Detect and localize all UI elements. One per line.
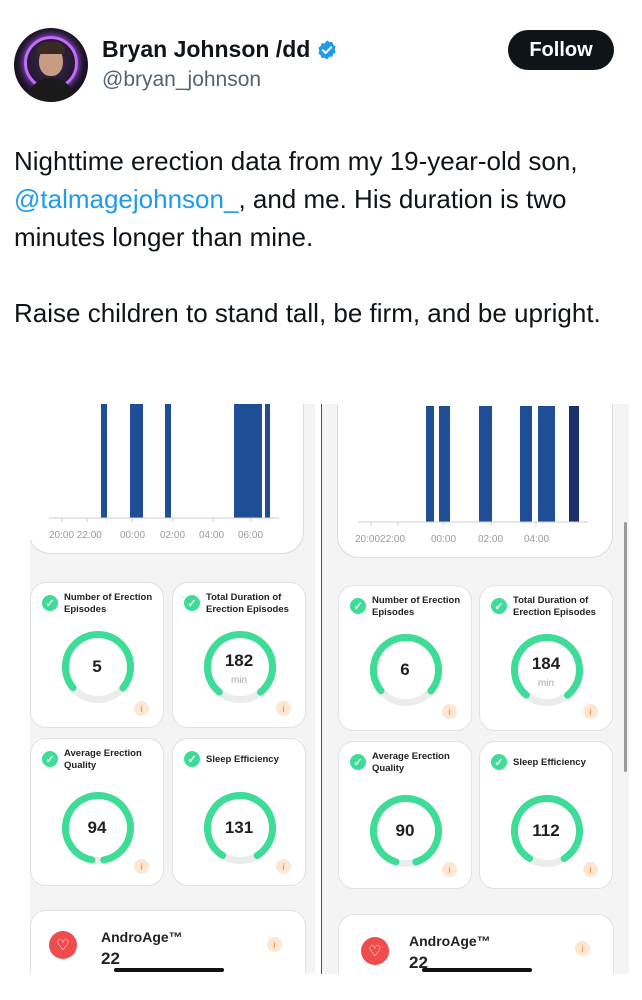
- heart-icon: ♡: [361, 937, 389, 965]
- follow-button[interactable]: Follow: [508, 30, 614, 70]
- tile-unit: min: [537, 678, 555, 689]
- tile-value: 112: [532, 821, 560, 840]
- tweet-text: Nighttime erection data from my 19-year-…: [14, 142, 624, 332]
- info-icon[interactable]: i: [583, 862, 598, 877]
- timeline-chart-svg: 20:0022:00 00:00 02:00 04:00: [355, 406, 588, 545]
- check-icon: ✓: [350, 598, 366, 614]
- author-handle[interactable]: @bryan_johnson: [102, 68, 261, 92]
- tile-title: Average Erection Quality: [64, 748, 142, 771]
- info-icon[interactable]: i: [267, 937, 282, 952]
- metric-tile-episodes[interactable]: ✓ Number of Erection Episodes 5 i: [30, 582, 164, 728]
- attached-image-right[interactable]: 20:0022:00 00:00 02:00 04:00 ✓ Number of…: [321, 404, 629, 974]
- androage-card[interactable]: ♡ AndroAge™ 22 i: [338, 914, 614, 974]
- tile-value: 182: [224, 651, 254, 670]
- metric-tile-quality[interactable]: ✓ Average Erection Quality 94 i: [30, 738, 164, 886]
- author-name-row: Bryan Johnson /dd: [102, 36, 338, 63]
- erection-timeline-chart: 20:00 22:00 00:00 02:00 04:00 06:00: [30, 404, 304, 554]
- chart-tick-label: 06:00: [238, 530, 263, 541]
- androage-card[interactable]: ♡ AndroAge™ 22 i: [30, 910, 306, 974]
- info-icon[interactable]: i: [583, 704, 598, 719]
- info-icon[interactable]: i: [134, 859, 149, 874]
- chart-tick-label: 00:00: [431, 534, 456, 545]
- chart-bar: [479, 406, 492, 522]
- chart-bar: [426, 406, 434, 522]
- chart-tick-label: 20:0022:00: [355, 534, 405, 545]
- tweet-paragraph-1: Nighttime erection data from my 19-year-…: [14, 142, 624, 256]
- tile-value: 5: [92, 657, 102, 676]
- chart-tick-label: 04:00: [524, 534, 549, 545]
- androage-title: AndroAge™: [101, 929, 183, 945]
- home-indicator: [114, 968, 224, 972]
- check-icon: ✓: [350, 754, 366, 770]
- check-icon: ✓: [42, 751, 58, 767]
- tile-title: Total Duration of Erection Episodes: [513, 595, 596, 618]
- tile-title: Average Erection Quality: [372, 751, 450, 774]
- tweet-paragraph-2: Raise children to stand tall, be firm, a…: [14, 298, 601, 328]
- display-name[interactable]: Bryan Johnson /dd: [102, 36, 310, 63]
- info-icon[interactable]: i: [276, 859, 291, 874]
- check-icon: ✓: [42, 595, 58, 611]
- chart-bar: [130, 404, 143, 518]
- check-icon: ✓: [491, 754, 507, 770]
- chart-bar: [538, 406, 555, 522]
- tile-unit: min: [230, 675, 248, 686]
- mention-link[interactable]: @talmagejohnson_: [14, 184, 238, 214]
- check-icon: ✓: [184, 595, 200, 611]
- tile-value: 131: [224, 818, 254, 837]
- androage-value: 22: [101, 949, 120, 968]
- metric-tile-total-duration[interactable]: ✓ Total Duration of Erection Episodes 18…: [479, 585, 613, 731]
- avatar[interactable]: [14, 28, 88, 102]
- chart-bar: [520, 406, 532, 522]
- timeline-chart-svg: 20:00 22:00 00:00 02:00 04:00 06:00: [49, 404, 279, 541]
- info-icon[interactable]: i: [134, 701, 149, 716]
- tile-value: 94: [87, 818, 107, 837]
- chart-bar: [165, 404, 171, 518]
- verified-badge-icon: [318, 39, 336, 60]
- metric-tile-quality[interactable]: ✓ Average Erection Quality 90 i: [338, 741, 472, 889]
- metric-tile-sleep-efficiency[interactable]: ✓ Sleep Efficiency 112 i: [479, 741, 613, 889]
- tile-title: Sleep Efficiency: [206, 754, 279, 765]
- attached-image-left[interactable]: 20:00 22:00 00:00 02:00 04:00 06:00 ✓ Nu…: [30, 404, 315, 974]
- info-icon[interactable]: i: [575, 941, 590, 956]
- tile-title: Number of Erection Episodes: [372, 595, 461, 618]
- check-icon: ✓: [184, 751, 200, 767]
- avatar-hair: [37, 42, 65, 54]
- tile-title: Sleep Efficiency: [513, 757, 586, 768]
- info-icon[interactable]: i: [276, 701, 291, 716]
- chart-bar: [439, 406, 450, 522]
- chart-tick-label: 02:00: [478, 534, 503, 545]
- chart-tick-label: 02:00: [160, 530, 185, 541]
- chart-tick-label: 20:00 22:00: [49, 530, 102, 541]
- chart-bar: [234, 404, 262, 518]
- tweet-text-part-1: Nighttime erection data from my 19-year-…: [14, 146, 578, 176]
- tile-value: 184: [531, 654, 561, 673]
- chart-bar: [265, 404, 270, 518]
- tile-value: 90: [395, 821, 415, 840]
- info-icon[interactable]: i: [442, 704, 457, 719]
- home-indicator: [422, 968, 532, 972]
- metric-tile-sleep-efficiency[interactable]: ✓ Sleep Efficiency 131 i: [172, 738, 306, 886]
- chart-tick-label: 00:00: [120, 530, 145, 541]
- tile-value: 6: [400, 660, 410, 679]
- metric-tile-episodes[interactable]: ✓ Number of Erection Episodes 6 i: [338, 585, 472, 731]
- chart-tick-label: 04:00: [199, 530, 224, 541]
- check-icon: ✓: [491, 598, 507, 614]
- erection-timeline-chart: 20:0022:00 00:00 02:00 04:00: [337, 404, 613, 558]
- tile-title: Total Duration of Erection Episodes: [206, 592, 289, 615]
- tile-title: Number of Erection Episodes: [64, 592, 153, 615]
- heart-icon: ♡: [49, 931, 77, 959]
- chart-bar: [569, 406, 579, 522]
- scrollbar[interactable]: [624, 522, 627, 772]
- androage-title: AndroAge™: [409, 933, 491, 949]
- info-icon[interactable]: i: [442, 862, 457, 877]
- chart-bar: [101, 404, 107, 518]
- metric-tile-total-duration[interactable]: ✓ Total Duration of Erection Episodes 18…: [172, 582, 306, 728]
